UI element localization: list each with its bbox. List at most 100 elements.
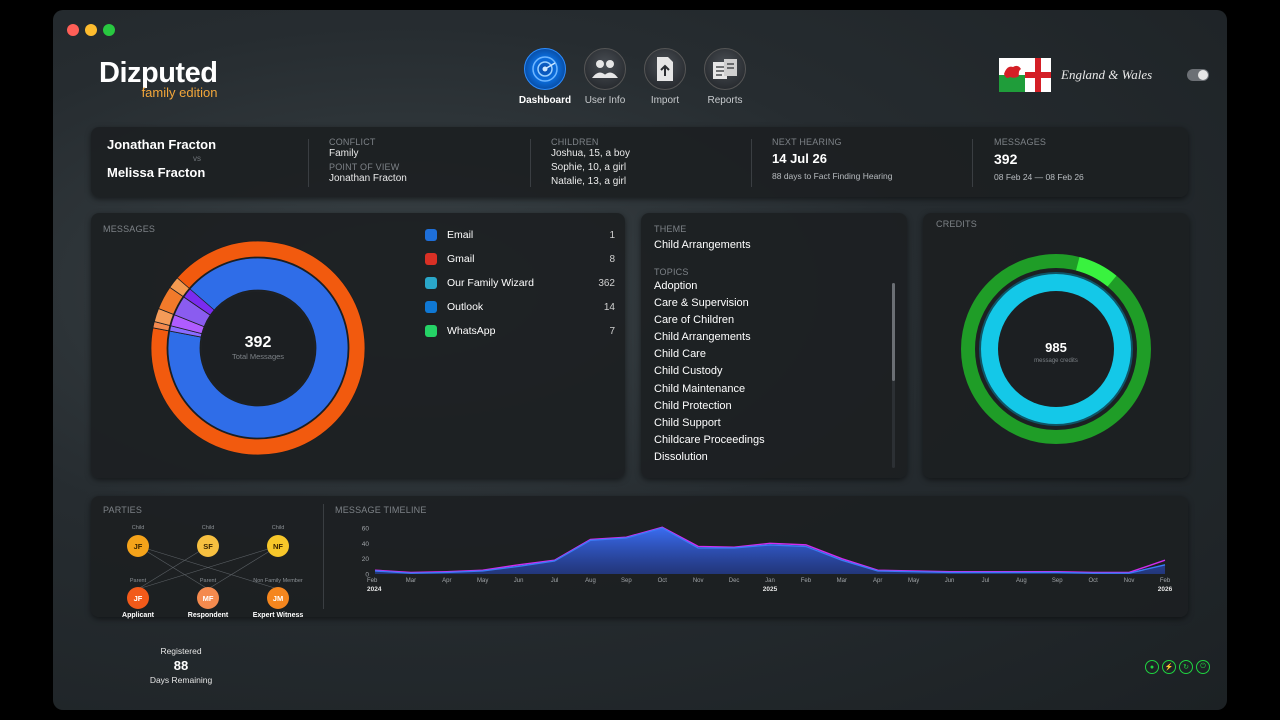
divider xyxy=(530,139,531,187)
source-name: WhatsApp xyxy=(447,325,496,337)
conflict-label: CONFLICT xyxy=(329,137,376,147)
x-tick-label: Jan xyxy=(765,578,775,584)
topics-panel: THEME Child Arrangements TOPICS Adoption… xyxy=(641,213,907,478)
x-tick-label: Sep xyxy=(621,578,632,584)
source-row-our-family-wizard[interactable]: Our Family Wizard 362 xyxy=(425,271,615,295)
credits-ring-chart[interactable]: 985 message credits xyxy=(956,249,1156,449)
message-sources-list: Email 1 Gmail 8 Our Family Wizard 362 Outlook 1… xyxy=(425,223,615,343)
sync-icon[interactable]: ↻ xyxy=(1179,660,1193,674)
topics-scrollbar[interactable] xyxy=(892,283,895,468)
topic-item[interactable]: Adoption xyxy=(654,280,884,297)
x-tick-label: Jul xyxy=(551,578,559,584)
year-label: 2025 xyxy=(763,586,778,593)
source-row-outlook[interactable]: Outlook 14 xyxy=(425,295,615,319)
settings-toggle[interactable] xyxy=(1187,69,1209,81)
topics-list: Adoption Care & Supervision Care of Childr… xyxy=(654,280,884,468)
timeline-area xyxy=(375,528,1165,574)
source-row-email[interactable]: Email 1 xyxy=(425,223,615,247)
y-tick-label: 20 xyxy=(362,556,370,563)
email-icon xyxy=(425,229,437,241)
nav-dashboard[interactable]: Dashboard xyxy=(519,48,571,106)
party-avatar[interactable]: MF xyxy=(197,587,219,609)
conflict-value: Family xyxy=(329,148,359,159)
maximize-window-button[interactable] xyxy=(103,24,115,36)
topic-item[interactable]: Dissolution xyxy=(654,451,884,468)
x-tick-label: Jul xyxy=(982,578,990,584)
x-tick-label: Nov xyxy=(693,578,704,584)
lightning-icon[interactable]: ⚡ xyxy=(1162,660,1176,674)
source-count: 14 xyxy=(603,301,615,313)
topic-item[interactable]: Child Protection xyxy=(654,400,884,417)
topic-item[interactable]: Child Custody xyxy=(654,365,884,382)
hearing-summary: NEXT HEARING 14 Jul 26 88 days to Fact F… xyxy=(772,137,962,187)
messages-count: 392 xyxy=(994,151,1018,167)
party-role: Child xyxy=(201,525,215,531)
minimize-window-button[interactable] xyxy=(85,24,97,36)
theme-value: Child Arrangements xyxy=(654,239,751,251)
x-tick-label: Aug xyxy=(1016,578,1027,584)
year-label: 2026 xyxy=(1158,586,1173,593)
vs-label: vs xyxy=(193,154,201,163)
party-avatar[interactable]: JM xyxy=(267,587,289,609)
party-label: Respondent xyxy=(187,612,229,619)
x-tick-label: Feb xyxy=(367,578,378,584)
party-label: Expert Witness xyxy=(252,612,304,619)
party-role: Parent xyxy=(129,578,147,584)
nav-reports[interactable]: Reports xyxy=(703,48,747,106)
status-icons: ● ⚡ ↻ ⏻ xyxy=(1145,660,1210,674)
nav-dashboard-label: Dashboard xyxy=(518,95,572,106)
source-count: 7 xyxy=(609,325,615,337)
children-summary: CHILDREN Joshua, 15, a boy Sophie, 10, a… xyxy=(551,137,741,187)
days-remaining-value: 88 xyxy=(173,658,189,673)
whatsapp-icon xyxy=(425,325,437,337)
x-tick-label: Feb xyxy=(1160,578,1171,584)
case-summary-bar: Jonathan Fracton vs Melissa Fracton CONF… xyxy=(91,127,1188,197)
party-one-name: Jonathan Fracton xyxy=(107,137,217,152)
jurisdiction-label: England & Wales xyxy=(1061,67,1153,82)
source-row-gmail[interactable]: Gmail 8 xyxy=(425,247,615,271)
nav-user-info[interactable]: User Info xyxy=(583,48,627,106)
registered-label: Registered xyxy=(160,646,202,656)
topic-item[interactable]: Child Maintenance xyxy=(654,383,884,400)
party-role: Child xyxy=(271,525,285,531)
x-tick-label: Dec xyxy=(729,578,740,584)
topic-item[interactable]: Child Support xyxy=(654,417,884,434)
party-avatar[interactable]: NF xyxy=(267,535,289,557)
scrollbar-thumb[interactable] xyxy=(892,283,895,381)
party-avatar[interactable]: JF xyxy=(127,535,149,557)
days-remaining-label: Days Remaining xyxy=(149,675,213,685)
child-item: Joshua, 15, a boy xyxy=(551,148,630,159)
source-count: 362 xyxy=(598,277,615,289)
credits-panel: CREDITS 985 message credits xyxy=(923,213,1189,478)
divider xyxy=(751,139,752,187)
x-tick-label: Sep xyxy=(1052,578,1063,584)
party-two-name: Melissa Fracton xyxy=(107,165,206,180)
party-avatar[interactable]: SF xyxy=(197,535,219,557)
x-tick-label: Oct xyxy=(1089,578,1099,584)
power-icon[interactable]: ⏻ xyxy=(1196,660,1210,674)
party-role: Parent xyxy=(199,578,217,584)
main-nav: Dashboard User Info Import Reports xyxy=(519,48,747,106)
lock-icon[interactable]: ● xyxy=(1145,660,1159,674)
topic-item[interactable]: Care & Supervision xyxy=(654,297,884,314)
child-item: Natalie, 13, a girl xyxy=(551,176,627,187)
x-tick-label: Feb xyxy=(801,578,812,584)
y-tick-label: 40 xyxy=(362,541,370,548)
party-avatar[interactable]: JF xyxy=(127,587,149,609)
source-name: Our Family Wizard xyxy=(447,277,534,289)
messages-summary: MESSAGES 392 08 Feb 24 — 08 Feb 26 xyxy=(994,137,1174,187)
topic-item[interactable]: Care of Children xyxy=(654,314,884,331)
topic-item[interactable]: Childcare Proceedings xyxy=(654,434,884,451)
topic-item[interactable]: Child Care xyxy=(654,348,884,365)
topic-item[interactable]: Child Arrangements xyxy=(654,331,884,348)
credits-label: CREDITS xyxy=(936,219,977,229)
nav-import[interactable]: Import xyxy=(643,48,687,106)
close-window-button[interactable] xyxy=(67,24,79,36)
nav-reports-label: Reports xyxy=(707,95,743,106)
pov-label: POINT OF VIEW xyxy=(329,162,400,172)
ofw-icon xyxy=(425,277,437,289)
parties-summary: Jonathan Fracton vs Melissa Fracton xyxy=(107,137,297,187)
message-timeline-chart[interactable]: 0204060Feb Mar Apr May Jun Jul Aug Sep Oct Nov Dec… xyxy=(345,518,1175,618)
messages-donut-chart[interactable]: 392 Total Messages xyxy=(143,233,373,463)
source-row-whatsapp[interactable]: WhatsApp 7 xyxy=(425,319,615,343)
